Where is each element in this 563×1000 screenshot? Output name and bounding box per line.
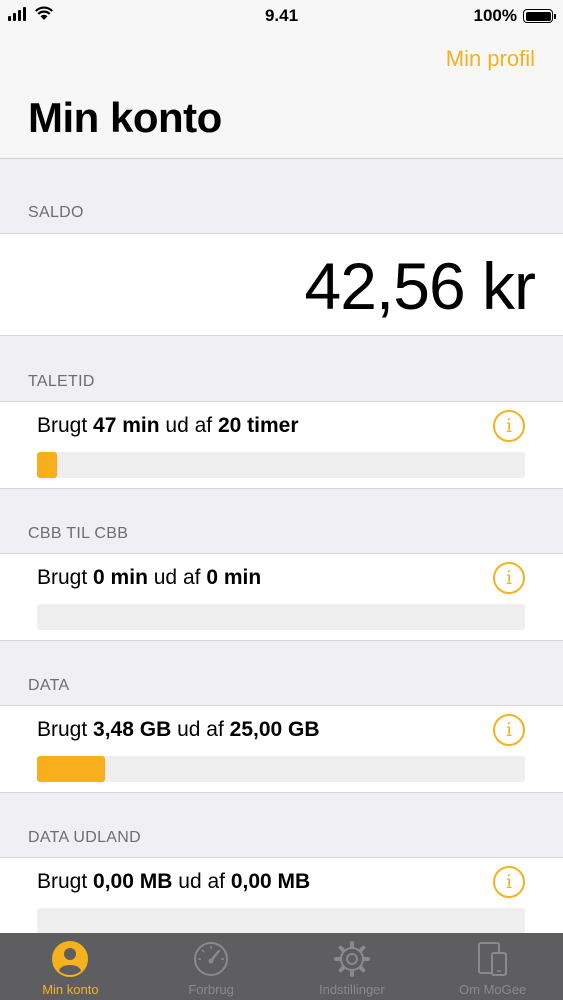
talk-time-progress-bar <box>37 452 525 478</box>
usage-total-value: 0 min <box>206 566 262 589</box>
usage-prefix: Brugt <box>37 566 88 589</box>
tab-min-konto[interactable]: Min konto <box>0 933 141 1000</box>
tab-label: Min konto <box>42 982 99 997</box>
gear-icon <box>333 941 370 977</box>
tab-indstillinger[interactable]: Indstillinger <box>282 933 423 1000</box>
info-icon[interactable]: i <box>493 562 525 594</box>
tab-label: Forbrug <box>188 982 234 997</box>
usage-used-value: 47 min <box>93 414 160 437</box>
usage-total-value: 25,00 GB <box>229 718 320 741</box>
navigation-bar: Min profil Min konto <box>0 30 563 159</box>
data-abroad-section-header: DATA UDLAND <box>28 829 141 846</box>
balance-cell: 42,56 kr <box>0 233 563 336</box>
usage-middle: ud af <box>153 566 201 589</box>
status-bar: 9.41 100% <box>0 0 563 30</box>
balance-value: 42,56 kr <box>304 249 536 323</box>
usage-middle: ud af <box>165 414 213 437</box>
usage-used-value: 0,00 MB <box>93 870 173 893</box>
talk-time-usage-text: Brugt 47 min ud af 20 timer <box>37 414 299 438</box>
data-abroad-cell: Brugt 0,00 MB ud af 0,00 MB i <box>0 857 563 945</box>
info-icon[interactable]: i <box>493 410 525 442</box>
data-section-header: DATA <box>28 677 70 694</box>
cbb-section-header: CBB TIL CBB <box>28 525 129 542</box>
tab-om-mogee[interactable]: Om MoGee <box>422 933 563 1000</box>
battery-icon <box>523 9 556 23</box>
talk-time-section-header: TALETID <box>28 373 95 390</box>
cbb-usage-text: Brugt 0 min ud af 0 min <box>37 566 261 590</box>
info-icon[interactable]: i <box>493 866 525 898</box>
data-cell: Brugt 3,48 GB ud af 25,00 GB i <box>0 705 563 793</box>
tab-label: Indstillinger <box>318 982 385 997</box>
usage-used-value: 3,48 GB <box>93 718 172 741</box>
page-title: Min konto <box>28 94 222 141</box>
data-progress-bar <box>37 756 525 782</box>
profile-link[interactable]: Min profil <box>446 46 535 72</box>
usage-prefix: Brugt <box>37 718 88 741</box>
cbb-progress-bar <box>37 604 525 630</box>
data-usage-text: Brugt 3,48 GB ud af 25,00 GB <box>37 718 320 742</box>
info-icon[interactable]: i <box>493 714 525 746</box>
tab-bar: Min konto Forbrug Indstillinger Om MoGee <box>0 933 563 1000</box>
usage-middle: ud af <box>178 870 225 893</box>
talk-time-cell: Brugt 47 min ud af 20 timer i <box>0 401 563 489</box>
status-right: 100% <box>473 6 556 26</box>
usage-total-value: 0,00 MB <box>230 870 311 893</box>
data-abroad-usage-text: Brugt 0,00 MB ud af 0,00 MB <box>37 870 310 894</box>
tab-forbrug[interactable]: Forbrug <box>141 933 282 1000</box>
usage-prefix: Brugt <box>37 870 88 893</box>
usage-total-value: 20 timer <box>217 414 299 437</box>
tab-label: Om MoGee <box>459 982 527 997</box>
usage-prefix: Brugt <box>37 414 88 437</box>
person-icon <box>52 941 89 977</box>
usage-middle: ud af <box>177 718 224 741</box>
devices-icon <box>477 942 507 976</box>
progress-fill <box>37 756 105 782</box>
data-abroad-progress-bar <box>37 908 525 934</box>
progress-fill <box>37 452 57 478</box>
balance-section-header: SALDO <box>28 204 84 221</box>
usage-used-value: 0 min <box>93 566 148 589</box>
speedometer-icon <box>194 942 229 976</box>
cbb-cell: Brugt 0 min ud af 0 min i <box>0 553 563 641</box>
battery-percent: 100% <box>473 6 517 25</box>
